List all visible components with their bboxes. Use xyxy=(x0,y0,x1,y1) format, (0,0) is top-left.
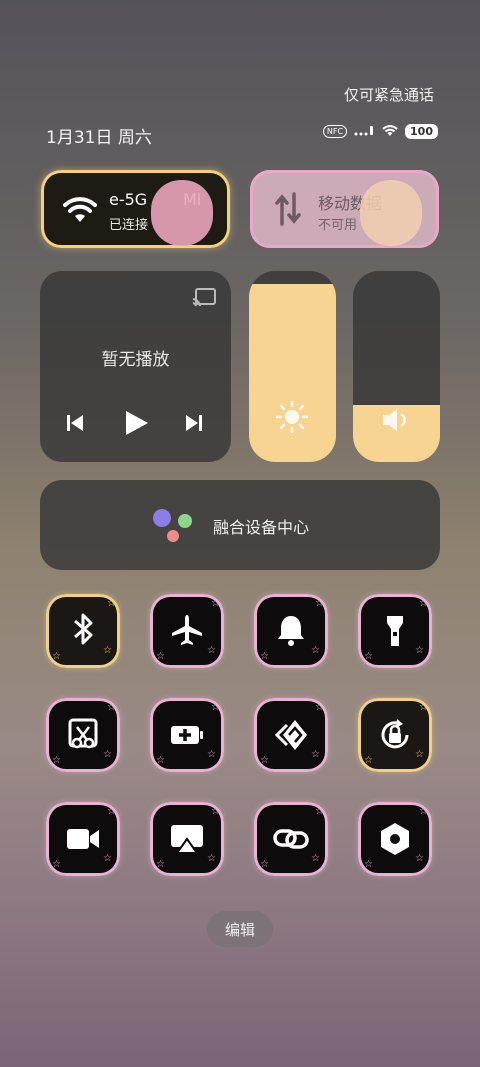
fusion-device-center[interactable]: 融合设备中心 xyxy=(40,480,440,570)
star-decoration: ☆ xyxy=(315,702,324,713)
star-decoration: ☆ xyxy=(315,806,324,817)
next-button[interactable] xyxy=(184,413,204,437)
mobile-data-status: 不可用 xyxy=(318,218,358,233)
brightness-slider[interactable] xyxy=(249,271,336,462)
play-button[interactable] xyxy=(124,409,150,441)
battery-indicator: 100 xyxy=(405,124,438,139)
star-decoration: ☆ xyxy=(315,598,324,609)
star-decoration: ☆ xyxy=(260,859,269,870)
bluetooth-toggle[interactable]: ☆ ☆ ☆ xyxy=(46,594,120,668)
mobile-data-tile[interactable]: 移动数据 不可用 xyxy=(250,170,439,248)
sun-icon xyxy=(275,400,309,437)
media-player: 暂无播放 xyxy=(40,271,231,462)
bell-toggle[interactable]: ☆ ☆ ☆ xyxy=(254,594,328,668)
star-decoration: ☆ xyxy=(107,598,116,609)
star-decoration: ☆ xyxy=(207,749,216,760)
star-decoration: ☆ xyxy=(419,702,428,713)
star-decoration: ☆ xyxy=(211,702,220,713)
star-decoration: ☆ xyxy=(211,806,220,817)
wifi-name: e-5G xyxy=(109,190,148,209)
star-decoration: ☆ xyxy=(156,859,165,870)
sticker-image xyxy=(360,180,422,246)
star-decoration: ☆ xyxy=(260,755,269,766)
edit-button[interactable]: 编辑 xyxy=(207,911,273,947)
hotspot-toggle[interactable]: ☆ ☆ ☆ xyxy=(254,698,328,772)
star-decoration: ☆ xyxy=(52,859,61,870)
fusion-dots-icon xyxy=(152,508,196,548)
battery-saver-icon xyxy=(171,726,203,744)
star-decoration: ☆ xyxy=(103,645,112,656)
star-decoration: ☆ xyxy=(211,598,220,609)
wifi-icon xyxy=(61,194,99,228)
emergency-call-label: 仅可紧急通话 xyxy=(343,86,434,104)
star-decoration: ☆ xyxy=(103,853,112,864)
fusion-label: 融合设备中心 xyxy=(213,518,310,537)
star-decoration: ☆ xyxy=(419,806,428,817)
star-decoration: ☆ xyxy=(103,749,112,760)
link-icon xyxy=(273,829,309,849)
screenshot-toggle[interactable]: ☆ ☆ ☆ xyxy=(46,698,120,772)
settings-hex-icon xyxy=(381,823,409,855)
battery-saver-toggle[interactable]: ☆ ☆ ☆ xyxy=(150,698,224,772)
star-decoration: ☆ xyxy=(107,806,116,817)
sticker-image xyxy=(151,180,213,246)
status-icons: NFC 100 xyxy=(322,123,438,140)
rotation-lock-toggle[interactable]: ☆ ☆ ☆ xyxy=(358,698,432,772)
screencast-toggle[interactable]: ☆ ☆ ☆ xyxy=(150,802,224,876)
star-decoration: ☆ xyxy=(364,651,373,662)
star-decoration: ☆ xyxy=(207,853,216,864)
bell-icon xyxy=(278,616,304,646)
bluetooth-icon xyxy=(74,613,93,645)
wifi-status: 已连接 xyxy=(109,218,149,233)
nfc-icon: NFC xyxy=(322,125,348,138)
flashlight-toggle[interactable]: ☆ ☆ ☆ xyxy=(358,594,432,668)
signal-icon xyxy=(353,124,375,139)
data-arrows-icon xyxy=(274,192,302,230)
star-decoration: ☆ xyxy=(107,702,116,713)
video-icon xyxy=(67,829,99,849)
star-decoration: ☆ xyxy=(52,651,61,662)
wifi-status-icon xyxy=(381,123,399,140)
star-decoration: ☆ xyxy=(52,755,61,766)
video-toggle[interactable]: ☆ ☆ ☆ xyxy=(46,802,120,876)
star-decoration: ☆ xyxy=(207,645,216,656)
flashlight-icon xyxy=(387,616,403,646)
star-decoration: ☆ xyxy=(415,749,424,760)
airplane-icon xyxy=(172,615,202,645)
media-status: 暂无播放 xyxy=(101,350,170,370)
wifi-tile[interactable]: e-5G MI 已连接 xyxy=(41,170,230,248)
rotation-lock-icon xyxy=(381,719,409,749)
star-decoration: ☆ xyxy=(311,645,320,656)
star-decoration: ☆ xyxy=(364,859,373,870)
star-decoration: ☆ xyxy=(156,755,165,766)
star-decoration: ☆ xyxy=(260,651,269,662)
star-decoration: ☆ xyxy=(311,749,320,760)
volume-slider[interactable] xyxy=(353,271,440,462)
airplane-toggle[interactable]: ☆ ☆ ☆ xyxy=(150,594,224,668)
screenshot-icon xyxy=(68,718,98,749)
settings-hex-toggle[interactable]: ☆ ☆ ☆ xyxy=(358,802,432,876)
screencast-icon xyxy=(171,825,203,854)
link-toggle[interactable]: ☆ ☆ ☆ xyxy=(254,802,328,876)
cast-icon[interactable] xyxy=(191,287,217,313)
star-decoration: ☆ xyxy=(415,853,424,864)
previous-button[interactable] xyxy=(65,413,85,437)
star-decoration: ☆ xyxy=(364,755,373,766)
hotspot-icon xyxy=(274,720,307,750)
date-label: 1月31日 周六 xyxy=(46,128,152,148)
speaker-icon xyxy=(381,407,411,437)
star-decoration: ☆ xyxy=(156,651,165,662)
star-decoration: ☆ xyxy=(419,598,428,609)
star-decoration: ☆ xyxy=(415,645,424,656)
star-decoration: ☆ xyxy=(311,853,320,864)
